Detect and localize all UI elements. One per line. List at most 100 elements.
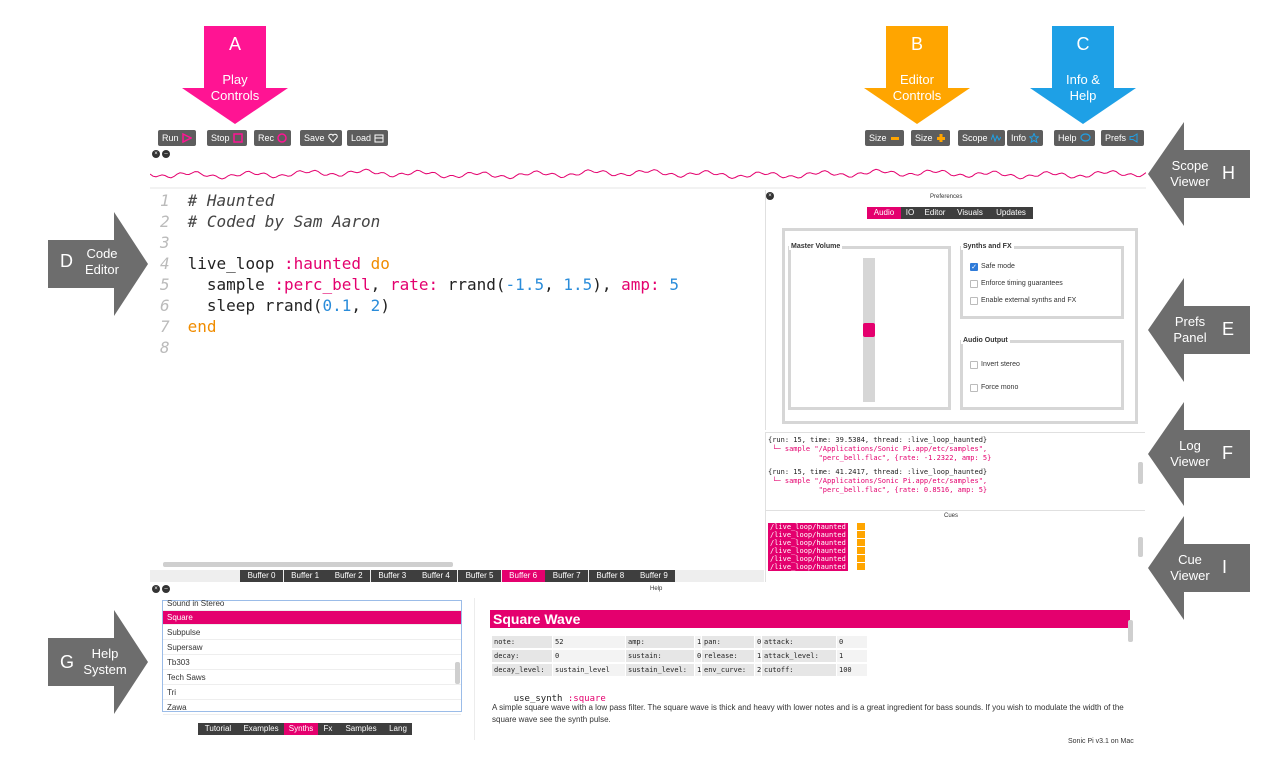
master-volume-label: Master Volume	[789, 243, 843, 250]
help-list-item[interactable]: Subpulse	[163, 626, 461, 640]
help-list-item[interactable]: Square	[163, 611, 461, 625]
help-list-item[interactable]: Tech Saws	[163, 671, 461, 685]
prefs-title: Preferences	[930, 194, 963, 200]
code-editor[interactable]	[150, 190, 764, 570]
enforce-timing-checkbox[interactable]	[970, 280, 978, 288]
param-name: sustain_level:	[626, 664, 694, 676]
param-name: pan:	[702, 636, 754, 648]
help-tab[interactable]: Samples	[338, 723, 384, 735]
log-scrollbar[interactable]	[1138, 462, 1143, 484]
prefs-tab[interactable]: Updates	[989, 207, 1033, 219]
prefs-button[interactable]: Prefs	[1101, 130, 1145, 146]
line-number: 8	[160, 338, 170, 357]
log-entry-body: └─ sample "/Applications/Sonic Pi.app/et…	[772, 477, 988, 494]
help-list-item[interactable]: Sound in Stereo	[163, 600, 461, 611]
speech-bubble-icon	[1079, 133, 1091, 142]
help-content-scrollbar[interactable]	[1128, 620, 1133, 642]
buffer-tab[interactable]: Buffer 2	[327, 570, 371, 582]
external-synths-checkbox[interactable]	[970, 297, 978, 305]
help-button[interactable]: Help	[1054, 130, 1095, 146]
help-tab[interactable]: Synths	[284, 723, 318, 735]
buffer-tab[interactable]: Buffer 8	[588, 570, 632, 582]
buffer-tab[interactable]: Buffer 9	[632, 570, 676, 582]
help-tab[interactable]: Lang	[384, 723, 412, 735]
log-entry-body: └─ sample "/Applications/Sonic Pi.app/et…	[772, 445, 992, 462]
callout-label-line2: Controls	[210, 88, 260, 103]
help-close-icon[interactable]: ×	[152, 585, 160, 593]
prefs-tab[interactable]: Editor	[919, 207, 951, 219]
volume-slider-handle[interactable]	[863, 323, 875, 337]
cues-title: Cues	[944, 513, 959, 519]
invert-stereo-checkbox[interactable]	[970, 361, 978, 369]
run-button[interactable]: Run	[158, 130, 196, 146]
help-tab[interactable]: Examples	[238, 723, 284, 735]
code-line: 8	[160, 337, 188, 358]
code-token: amp:	[621, 275, 660, 294]
sonic-pi-annotated-screenshot: A Play Controls B Editor Controls C Info &…	[0, 0, 1264, 758]
callout-letter-h: H	[1222, 163, 1235, 183]
code-line: 5 sample :perc_bell, rate: rrand(-1.5, 1…	[160, 274, 679, 295]
help-list-scrollbar[interactable]	[455, 662, 460, 684]
stop-button[interactable]: Stop	[207, 130, 247, 146]
safe-mode-checkbox[interactable]: ✓	[970, 263, 978, 271]
size-increase-button[interactable]: Size	[911, 130, 950, 146]
code-line: 2 # Coded by Sam Aaron	[160, 211, 380, 232]
help-tab[interactable]: Fx	[318, 723, 338, 735]
callout-label-line1: Editor	[900, 72, 934, 87]
external-synths-label: Enable external synths and FX	[981, 297, 1077, 304]
callout-label-line2: Controls	[892, 88, 942, 103]
code-token: :perc_bell	[274, 275, 371, 294]
scope-close-icon[interactable]: ×	[152, 150, 160, 158]
scope-icon	[990, 133, 1001, 143]
callout-label-d: Code Editor	[80, 246, 124, 278]
size-decrease-button[interactable]: Size	[865, 130, 904, 146]
help-list-item[interactable]: Tri	[163, 686, 461, 700]
log-entry-header: {run: 15, time: 41.2417, thread: :live_l…	[768, 468, 988, 476]
callout-letter: C	[1076, 34, 1090, 54]
help-toggle-icon[interactable]: –	[162, 585, 170, 593]
size-label: Size	[915, 133, 933, 143]
help-list-item[interactable]: Tb303	[163, 656, 461, 670]
help-tab[interactable]: Tutorial	[198, 723, 238, 735]
param-name: cutoff:	[762, 664, 836, 676]
help-label: Help	[1058, 133, 1077, 143]
scope-toggle-icon[interactable]: –	[162, 150, 170, 158]
line-number: 4	[160, 254, 170, 273]
audio-output-frame	[960, 340, 1124, 410]
param-name: attack:	[762, 636, 836, 648]
param-value: 1	[755, 650, 761, 662]
info-button[interactable]: Info	[1007, 130, 1044, 146]
buffer-tab[interactable]: Buffer 3	[370, 570, 414, 582]
save-button[interactable]: Save	[300, 130, 342, 146]
cue-item: /live_loop/haunted	[768, 555, 848, 563]
buffer-tab[interactable]: Buffer 7	[545, 570, 589, 582]
buffer-tab[interactable]: Buffer 4	[414, 570, 458, 582]
scope-button[interactable]: Scope	[958, 130, 1005, 146]
load-button[interactable]: Load	[347, 130, 389, 146]
param-value: 0	[695, 650, 701, 662]
callout-label-line2: Viewer	[1170, 454, 1210, 469]
rec-button[interactable]: Rec	[254, 130, 292, 146]
code-token: 2	[370, 296, 381, 315]
prefs-tab[interactable]: Audio	[867, 207, 901, 219]
prefs-label: Prefs	[1105, 133, 1127, 143]
callout-info-help: C Info & Help	[1030, 26, 1136, 124]
help-list-item[interactable]: Zawa	[163, 701, 461, 715]
prefs-tab[interactable]: IO	[901, 207, 919, 219]
buffer-tab[interactable]: Buffer 1	[283, 570, 327, 582]
buffer-tab[interactable]: Buffer 5	[458, 570, 501, 582]
prefs-close-icon[interactable]: ×	[766, 192, 774, 200]
help-list-item[interactable]: Supersaw	[163, 641, 461, 655]
cue-scrollbar[interactable]	[1138, 537, 1143, 557]
editor-horizontal-scrollbar[interactable]	[163, 562, 453, 567]
code-token: ,	[370, 275, 390, 294]
param-value: 0	[755, 636, 761, 648]
callout-letter-e: E	[1222, 319, 1235, 339]
code-token: sample	[187, 275, 275, 294]
folder-icon	[374, 134, 384, 143]
prefs-tab[interactable]: Visuals	[951, 207, 989, 219]
buffer-tab[interactable]: Buffer 6	[501, 570, 545, 582]
buffer-tab[interactable]: Buffer 0	[240, 570, 283, 582]
force-mono-checkbox[interactable]	[970, 384, 978, 392]
